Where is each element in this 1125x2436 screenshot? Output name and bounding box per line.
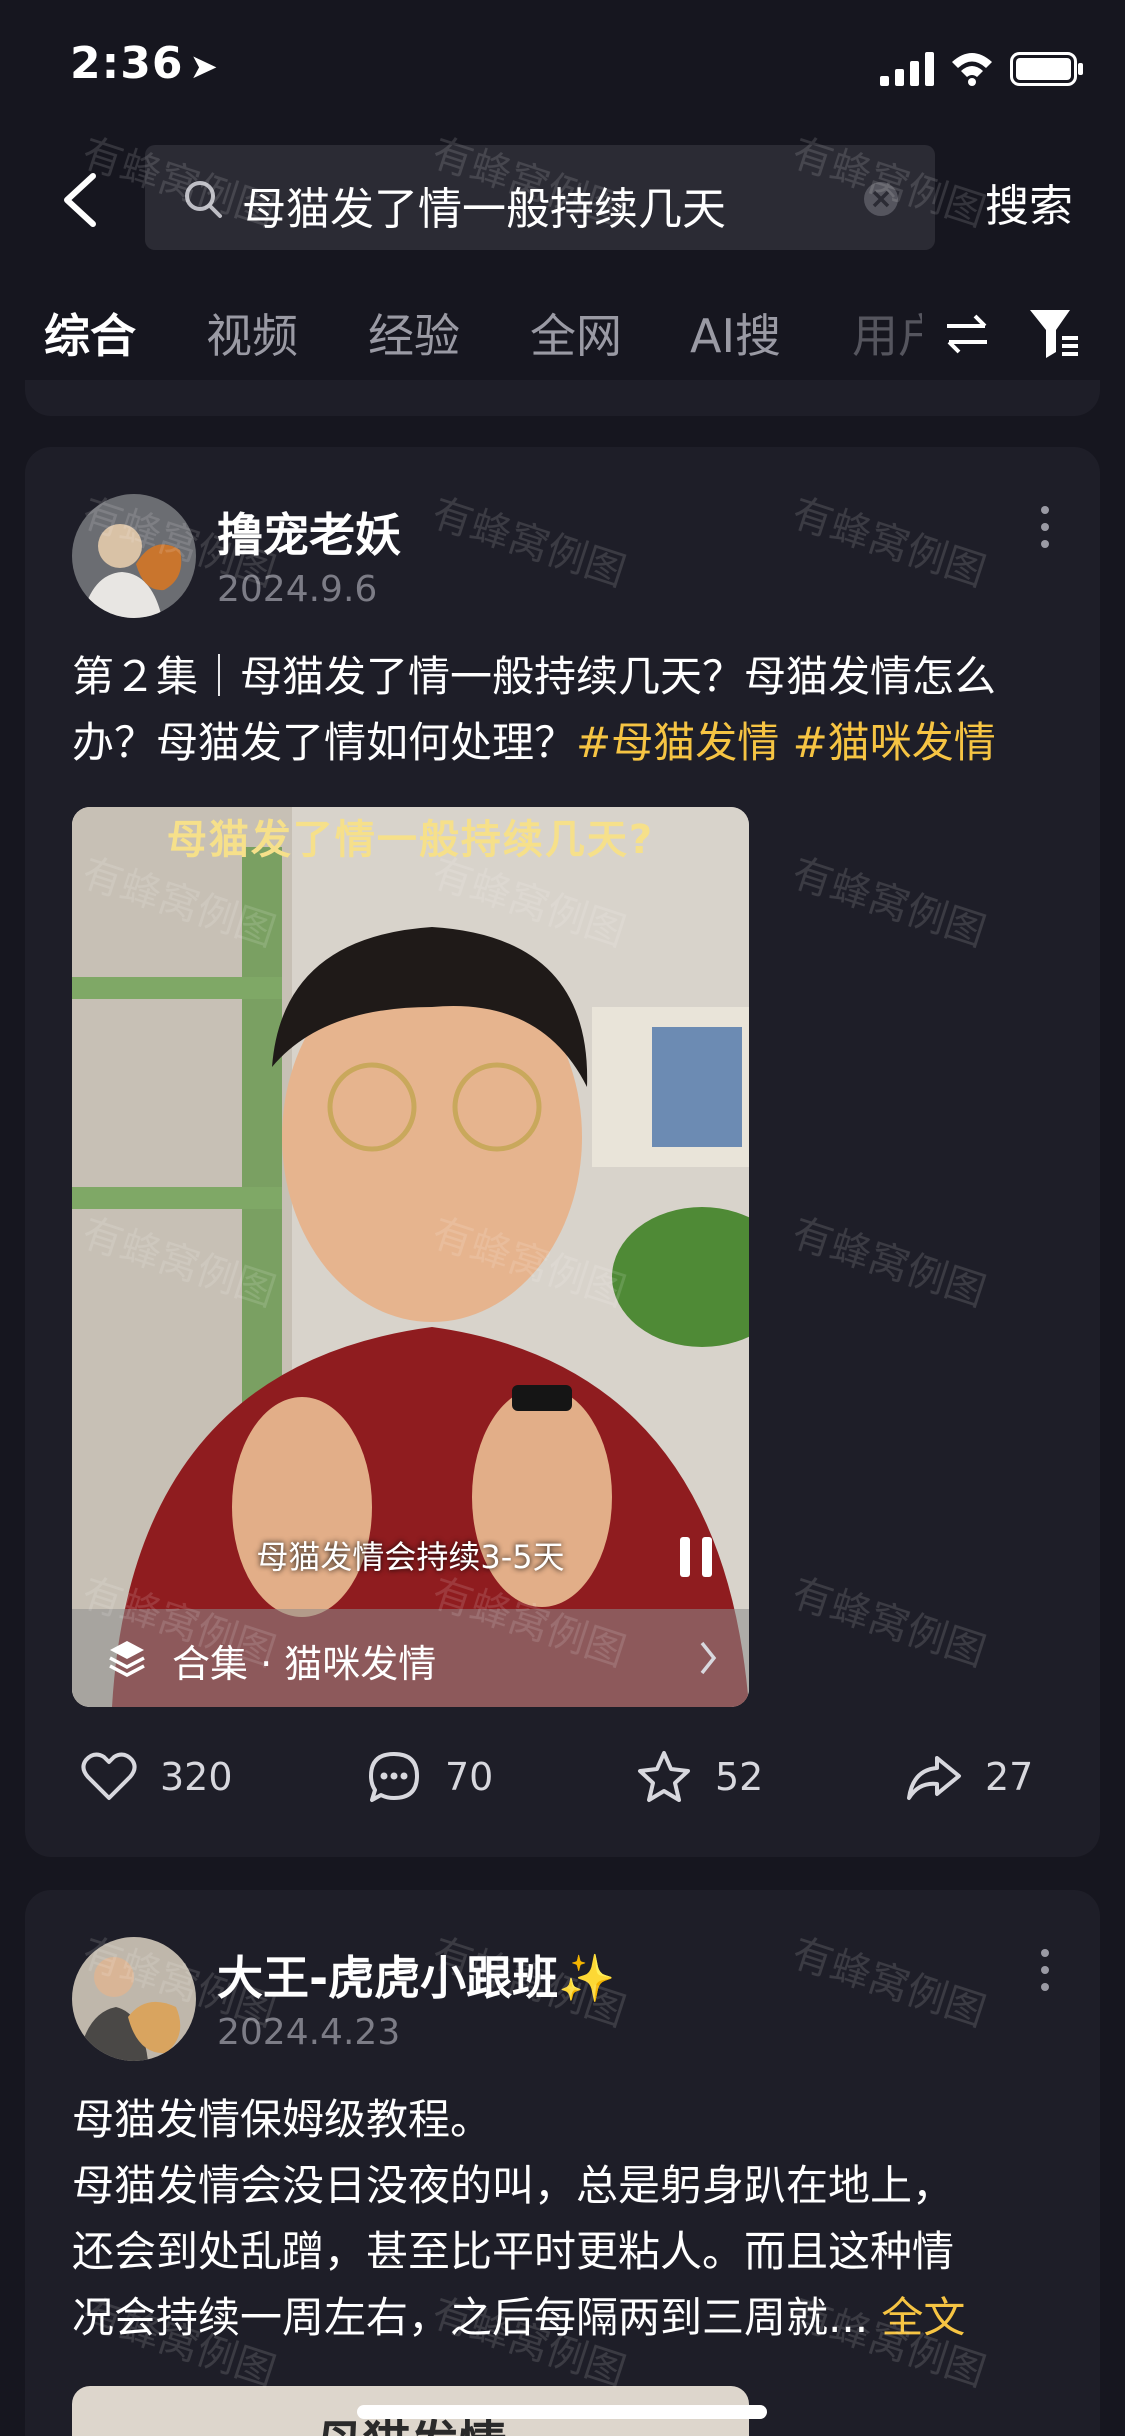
- status-bar: 2:36 ➤: [0, 0, 1125, 135]
- clear-icon[interactable]: [863, 181, 899, 217]
- avatar[interactable]: [72, 1937, 196, 2061]
- tab-users[interactable]: 用户: [852, 300, 922, 366]
- star-icon: [638, 1751, 690, 1802]
- post-line: 还会到处乱蹭，甚至比平时更粘人。而且这种情: [72, 2227, 955, 2276]
- share-button[interactable]: 27: [905, 1737, 1033, 1817]
- post-date: 2024.9.6: [217, 569, 378, 610]
- status-time-text: 2:36: [70, 38, 184, 89]
- status-time: 2:36 ➤: [70, 38, 219, 89]
- comment-icon: [369, 1752, 419, 1802]
- search-query-text: 母猫发了情一般持续几天: [242, 184, 726, 235]
- post-card[interactable]: 撸宠老妖 2024.9.6 第２集｜母猫发了情一般持续几天？母猫发情怎么办？母猫…: [25, 447, 1100, 1857]
- back-arrow-icon[interactable]: [55, 170, 105, 230]
- heart-icon: [81, 1752, 137, 1800]
- collection-bar[interactable]: 合集 · 猫咪发情: [72, 1609, 749, 1707]
- tab-experience[interactable]: 经验: [368, 300, 460, 366]
- share-icon: [907, 1756, 961, 1800]
- more-options-icon[interactable]: [1035, 502, 1055, 552]
- previous-card-edge: [25, 380, 1100, 416]
- video-thumbnail[interactable]: 母猫发了情一般持续几天? 母猫发情会持续3-5天 合集 · 猫咪发情: [72, 807, 749, 1707]
- favorite-count: 52: [715, 1755, 764, 1799]
- swap-arrows-icon[interactable]: [943, 310, 991, 358]
- search-input[interactable]: 母猫发了情一般持续几天: [145, 145, 935, 250]
- search-icon: [185, 181, 222, 218]
- tab-comprehensive[interactable]: 综合: [44, 300, 136, 366]
- battery-icon: [1010, 52, 1083, 86]
- post-text[interactable]: 第２集｜母猫发了情一般持续几天？母猫发情怎么办？母猫发了情如何处理？#母猫发情 …: [72, 644, 1062, 776]
- like-button[interactable]: 320: [80, 1737, 233, 1817]
- video-subtitle: 母猫发情会持续3-5天: [256, 1538, 565, 1576]
- like-count: 320: [160, 1755, 233, 1799]
- share-count: 27: [985, 1755, 1034, 1799]
- author-name[interactable]: 大王-虎虎小跟班✨: [217, 1942, 615, 2008]
- location-arrow-icon: ➤: [189, 47, 219, 87]
- post-actions: 320 70 52 27: [25, 1737, 1100, 1817]
- post-date: 2024.4.23: [217, 2012, 401, 2053]
- pause-icon[interactable]: [676, 1535, 716, 1579]
- tab-video[interactable]: 视频: [206, 300, 298, 366]
- home-indicator[interactable]: [357, 2405, 767, 2419]
- full-text-link[interactable]: 全文: [881, 2293, 965, 2342]
- post-card[interactable]: 大王-虎虎小跟班✨ 2024.4.23 母猫发情保姆级教程。 母猫发情会没日没夜…: [25, 1890, 1100, 2436]
- tab-web[interactable]: 全网: [530, 300, 622, 366]
- author-name[interactable]: 撸宠老妖: [217, 499, 401, 565]
- post-line: 母猫发情保姆级教程。: [72, 2095, 493, 2144]
- cellular-signal-icon: [880, 52, 934, 86]
- collection-label: 合集 · 猫咪发情: [172, 1642, 437, 1686]
- hashtag[interactable]: #猫咪发情: [793, 718, 996, 767]
- post-line: 况会持续一周左右，之后每隔两到三周就... 全文: [72, 2285, 1062, 2351]
- filter-icon[interactable]: [1028, 306, 1080, 360]
- chevron-right-icon: [700, 1641, 717, 1675]
- tab-ai-search[interactable]: AI搜: [690, 300, 781, 366]
- more-options-icon[interactable]: [1035, 1945, 1055, 1995]
- post-line-text: 况会持续一周左右，之后每隔两到三周就...: [72, 2293, 869, 2342]
- comment-count: 70: [445, 1755, 494, 1799]
- layers-icon: [109, 1641, 145, 1677]
- search-header: 母猫发了情一般持续几天 搜索: [0, 140, 1125, 255]
- avatar[interactable]: [72, 494, 196, 618]
- post-line: 母猫发情会没日没夜的叫，总是躬身趴在地上，: [72, 2161, 955, 2210]
- wifi-icon: [952, 53, 992, 86]
- hashtag[interactable]: #母猫发情: [576, 718, 779, 767]
- avatar-image: [72, 494, 196, 618]
- search-button[interactable]: 搜索: [985, 170, 1073, 234]
- favorite-button[interactable]: 52: [635, 1737, 763, 1817]
- comment-button[interactable]: 70: [365, 1737, 493, 1817]
- post-text[interactable]: 母猫发情保姆级教程。 母猫发情会没日没夜的叫，总是躬身趴在地上， 还会到处乱蹭，…: [72, 2087, 1062, 2351]
- video-title-overlay: 母猫发了情一般持续几天?: [166, 817, 655, 863]
- avatar-image: [72, 1937, 196, 2061]
